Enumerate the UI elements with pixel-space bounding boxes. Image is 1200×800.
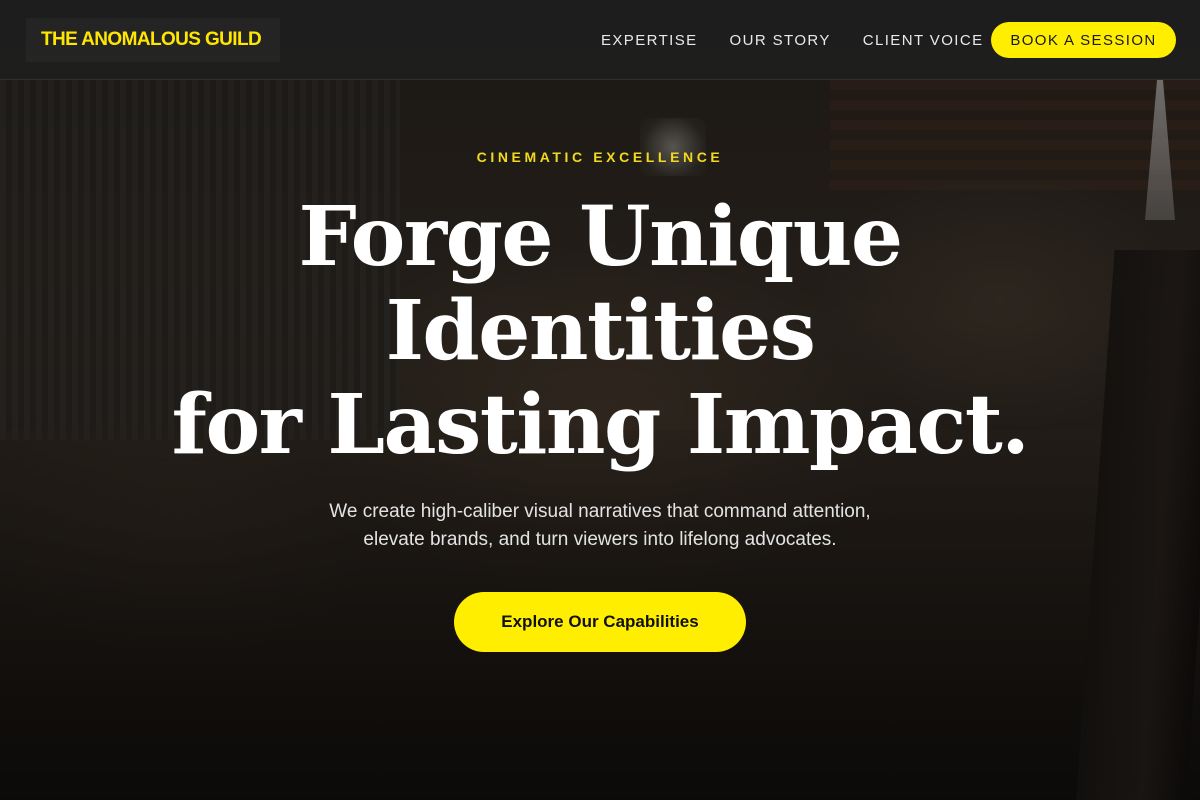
hero-subtitle: We create high-caliber visual narratives… [250, 498, 950, 554]
headline-line-3: for Lasting Impact. [171, 377, 1030, 473]
headline-line-2: Identities [385, 283, 816, 379]
main-nav: EXPERTISE OUR STORY CLIENT VOICE [601, 0, 1015, 80]
headline-line-1: Forge Unique [298, 189, 903, 285]
nav-link-client-voice[interactable]: CLIENT VOICE [863, 32, 984, 49]
subtitle-line-2: elevate brands, and turn viewers into li… [363, 529, 837, 550]
page: THE ANOMALOUS GUILD EXPERTISE OUR STORY … [0, 0, 1200, 800]
logo[interactable]: THE ANOMALOUS GUILD [26, 18, 280, 62]
subtitle-line-1: We create high-caliber visual narratives… [329, 501, 871, 522]
nav-link-expertise[interactable]: EXPERTISE [601, 32, 698, 49]
explore-capabilities-button[interactable]: Explore Our Capabilities [454, 592, 746, 652]
hero-section: CINEMATIC EXCELLENCE Forge Unique Identi… [0, 80, 1200, 800]
site-header: THE ANOMALOUS GUILD EXPERTISE OUR STORY … [0, 0, 1200, 80]
nav-link-our-story[interactable]: OUR STORY [730, 32, 831, 49]
hero-headline: Forge Unique Identities for Lasting Impa… [0, 190, 1200, 472]
hero-eyebrow: CINEMATIC EXCELLENCE [476, 149, 724, 165]
book-session-button[interactable]: BOOK A SESSION [991, 22, 1176, 58]
